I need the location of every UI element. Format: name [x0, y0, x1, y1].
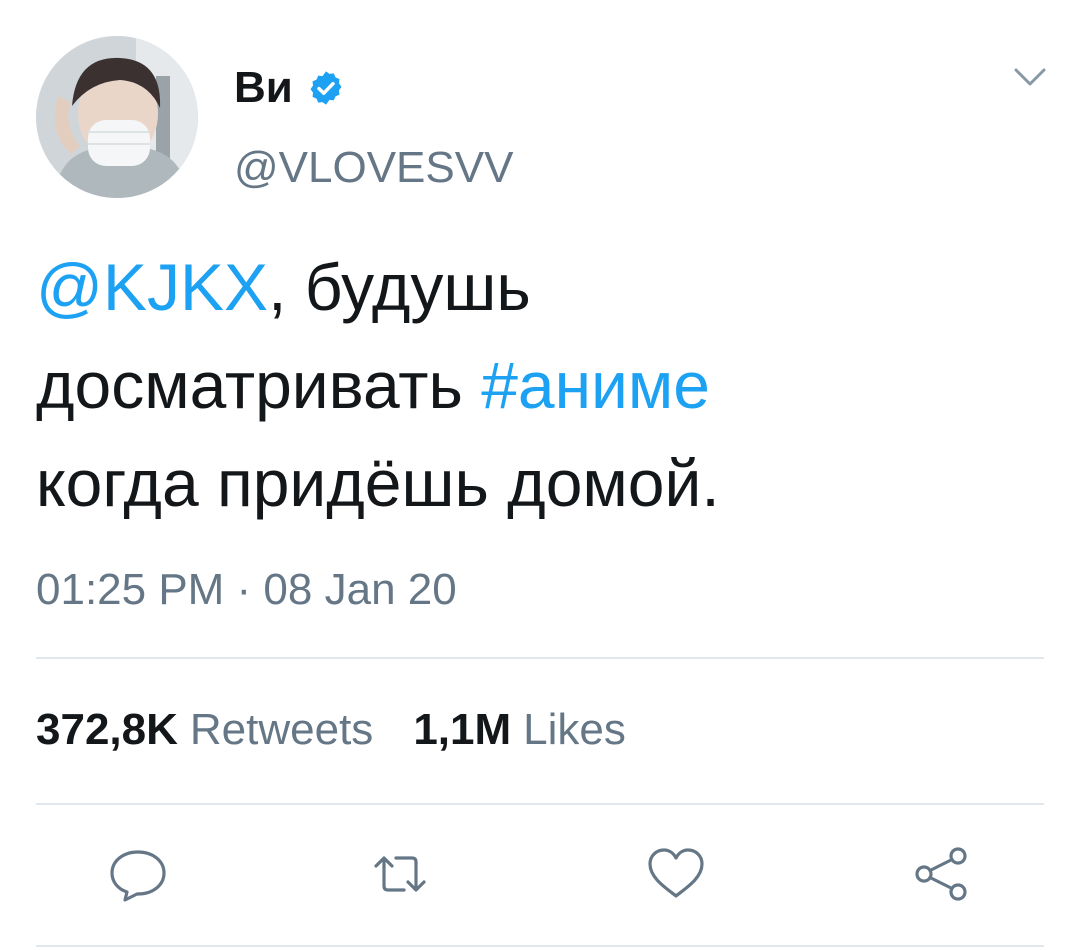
likes-label: Likes: [523, 705, 626, 754]
display-name-text: Ви: [234, 63, 293, 112]
reply-icon[interactable]: [106, 842, 170, 906]
mention-link[interactable]: @KJKX: [36, 250, 268, 324]
retweets-stat[interactable]: 372,8K Retweets: [36, 700, 373, 760]
tweet-text-part-3: когда придёшь домой.: [36, 446, 720, 520]
likes-count: 1,1M: [413, 705, 512, 754]
tweet-text-part-2: досматривать: [36, 348, 482, 422]
verified-badge-icon: [310, 71, 342, 105]
share-icon[interactable]: [910, 842, 974, 906]
tweet-text: @KJKX, будушь досматривать #аниме когда …: [36, 238, 1036, 532]
retweet-icon[interactable]: [368, 842, 432, 906]
retweets-label: Retweets: [189, 705, 374, 754]
user-handle[interactable]: @VLOVESVV: [234, 140, 513, 196]
divider: [36, 803, 1044, 805]
divider: [36, 945, 1044, 947]
avatar-image: [36, 36, 198, 198]
tweet-text-part-1: , будушь: [268, 250, 531, 324]
retweets-count: 372,8K: [36, 705, 178, 754]
avatar[interactable]: [36, 36, 198, 198]
tweet-detail: Ви @VLOVESVV @KJKX, будушь досматривать …: [0, 0, 1080, 950]
tweet-stats: 372,8K Retweets 1,1M Likes: [36, 700, 626, 760]
tweet-timestamp: 01:25 PM · 08 Jan 20: [36, 565, 457, 614]
hashtag-link[interactable]: #аниме: [481, 348, 710, 422]
heart-icon[interactable]: [644, 842, 708, 906]
divider: [36, 657, 1044, 659]
chevron-down-icon[interactable]: [1010, 60, 1050, 96]
likes-stat[interactable]: 1,1M Likes: [413, 700, 626, 760]
display-name[interactable]: Ви: [234, 58, 345, 118]
